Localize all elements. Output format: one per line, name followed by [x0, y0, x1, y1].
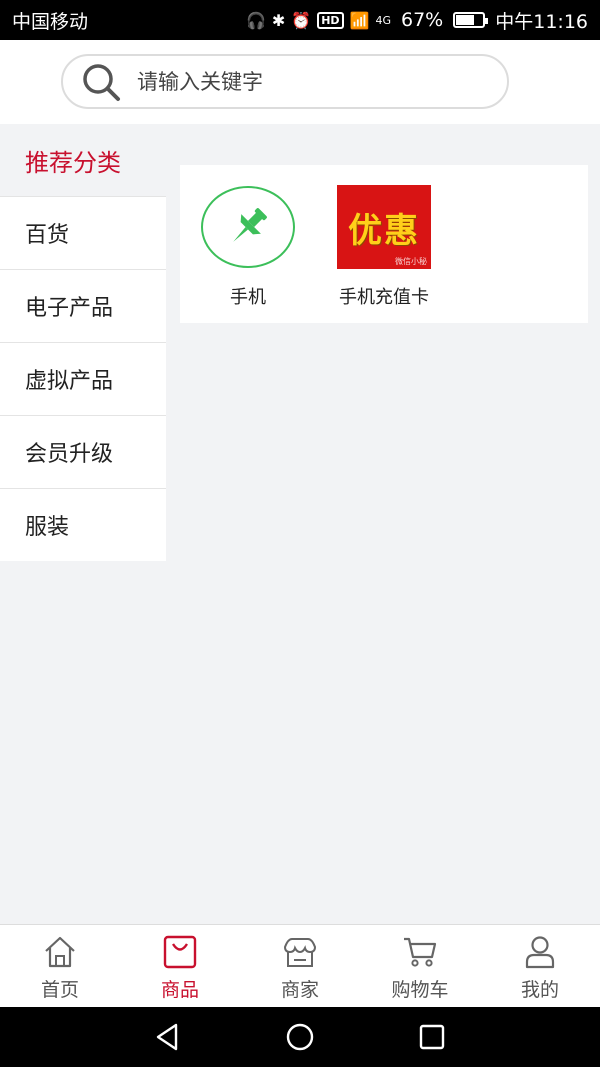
- subcategory-panel: 手机 优惠 微信小秘 手机充值卡: [180, 165, 588, 323]
- battery-percent: 67%: [401, 9, 444, 31]
- tab-label: 我的: [520, 979, 559, 1001]
- sidebar-item-membership[interactable]: 会员升级: [0, 415, 166, 488]
- category-phone-topup[interactable]: 优惠 微信小秘 手机充值卡: [316, 185, 452, 323]
- status-bar: 中国移动 🎧 ✱ ⏰ HD 📶 4G 67% 中午11:16: [0, 0, 600, 40]
- tab-label: 商品: [160, 979, 199, 1001]
- search-box[interactable]: [61, 54, 509, 109]
- cart-icon: [404, 937, 437, 967]
- status-icons: 🎧 ✱ ⏰ HD 📶 4G 67% 中午11:16: [246, 7, 588, 34]
- user-icon: [525, 936, 555, 969]
- clock: 中午11:16: [495, 10, 588, 33]
- carrier-label: 中国移动: [12, 10, 89, 33]
- category-label: 手机充值卡: [339, 287, 429, 308]
- sidebar-item-virtual[interactable]: 虚拟产品: [0, 342, 166, 415]
- home-button-icon[interactable]: [284, 1021, 316, 1053]
- tab-products[interactable]: 商品: [120, 925, 240, 1007]
- tab-merchants[interactable]: 商家: [240, 925, 360, 1007]
- tab-cart[interactable]: 购物车: [360, 925, 480, 1007]
- bag-icon: [163, 935, 197, 969]
- promo-text: 优惠: [348, 210, 420, 251]
- search-icon: [83, 63, 120, 101]
- sidebar-title[interactable]: 推荐分类: [0, 124, 166, 196]
- sidebar-item-general[interactable]: 百货: [0, 196, 166, 269]
- network-label: 4G: [375, 13, 391, 27]
- store-icon: [283, 938, 317, 967]
- bottom-tab-bar: 首页 商品 商家 购物车 我的: [0, 924, 600, 1007]
- alarm-icon: ⏰: [291, 10, 312, 30]
- tab-profile[interactable]: 我的: [480, 925, 600, 1007]
- pin-icon: [201, 186, 295, 268]
- wifi-icon: 📶: [349, 10, 370, 30]
- sidebar-item-clothing[interactable]: 服装: [0, 488, 166, 561]
- headphones-icon: 🎧: [245, 10, 266, 30]
- battery-icon: [453, 12, 489, 28]
- system-nav-bar: [0, 1007, 600, 1067]
- tab-label: 商家: [280, 979, 319, 1001]
- search-input[interactable]: [137, 69, 457, 94]
- tab-home[interactable]: 首页: [0, 925, 120, 1007]
- tab-label: 首页: [40, 979, 79, 1001]
- home-icon: [45, 936, 75, 968]
- back-icon[interactable]: [152, 1021, 184, 1053]
- recents-icon[interactable]: [416, 1021, 448, 1053]
- bluetooth-icon: ✱: [271, 10, 286, 30]
- category-label: 手机: [230, 287, 266, 308]
- category-phone[interactable]: 手机: [180, 185, 316, 323]
- sidebar-item-electronics[interactable]: 电子产品: [0, 269, 166, 342]
- category-sidebar: 推荐分类 百货 电子产品 虚拟产品 会员升级 服装: [0, 124, 166, 561]
- hd-icon: HD: [317, 11, 344, 29]
- search-header: [0, 40, 600, 124]
- promo-watermark: 微信小秘: [395, 257, 427, 266]
- tab-label: 购物车: [391, 979, 449, 1001]
- promo-image: 优惠 微信小秘: [337, 185, 431, 269]
